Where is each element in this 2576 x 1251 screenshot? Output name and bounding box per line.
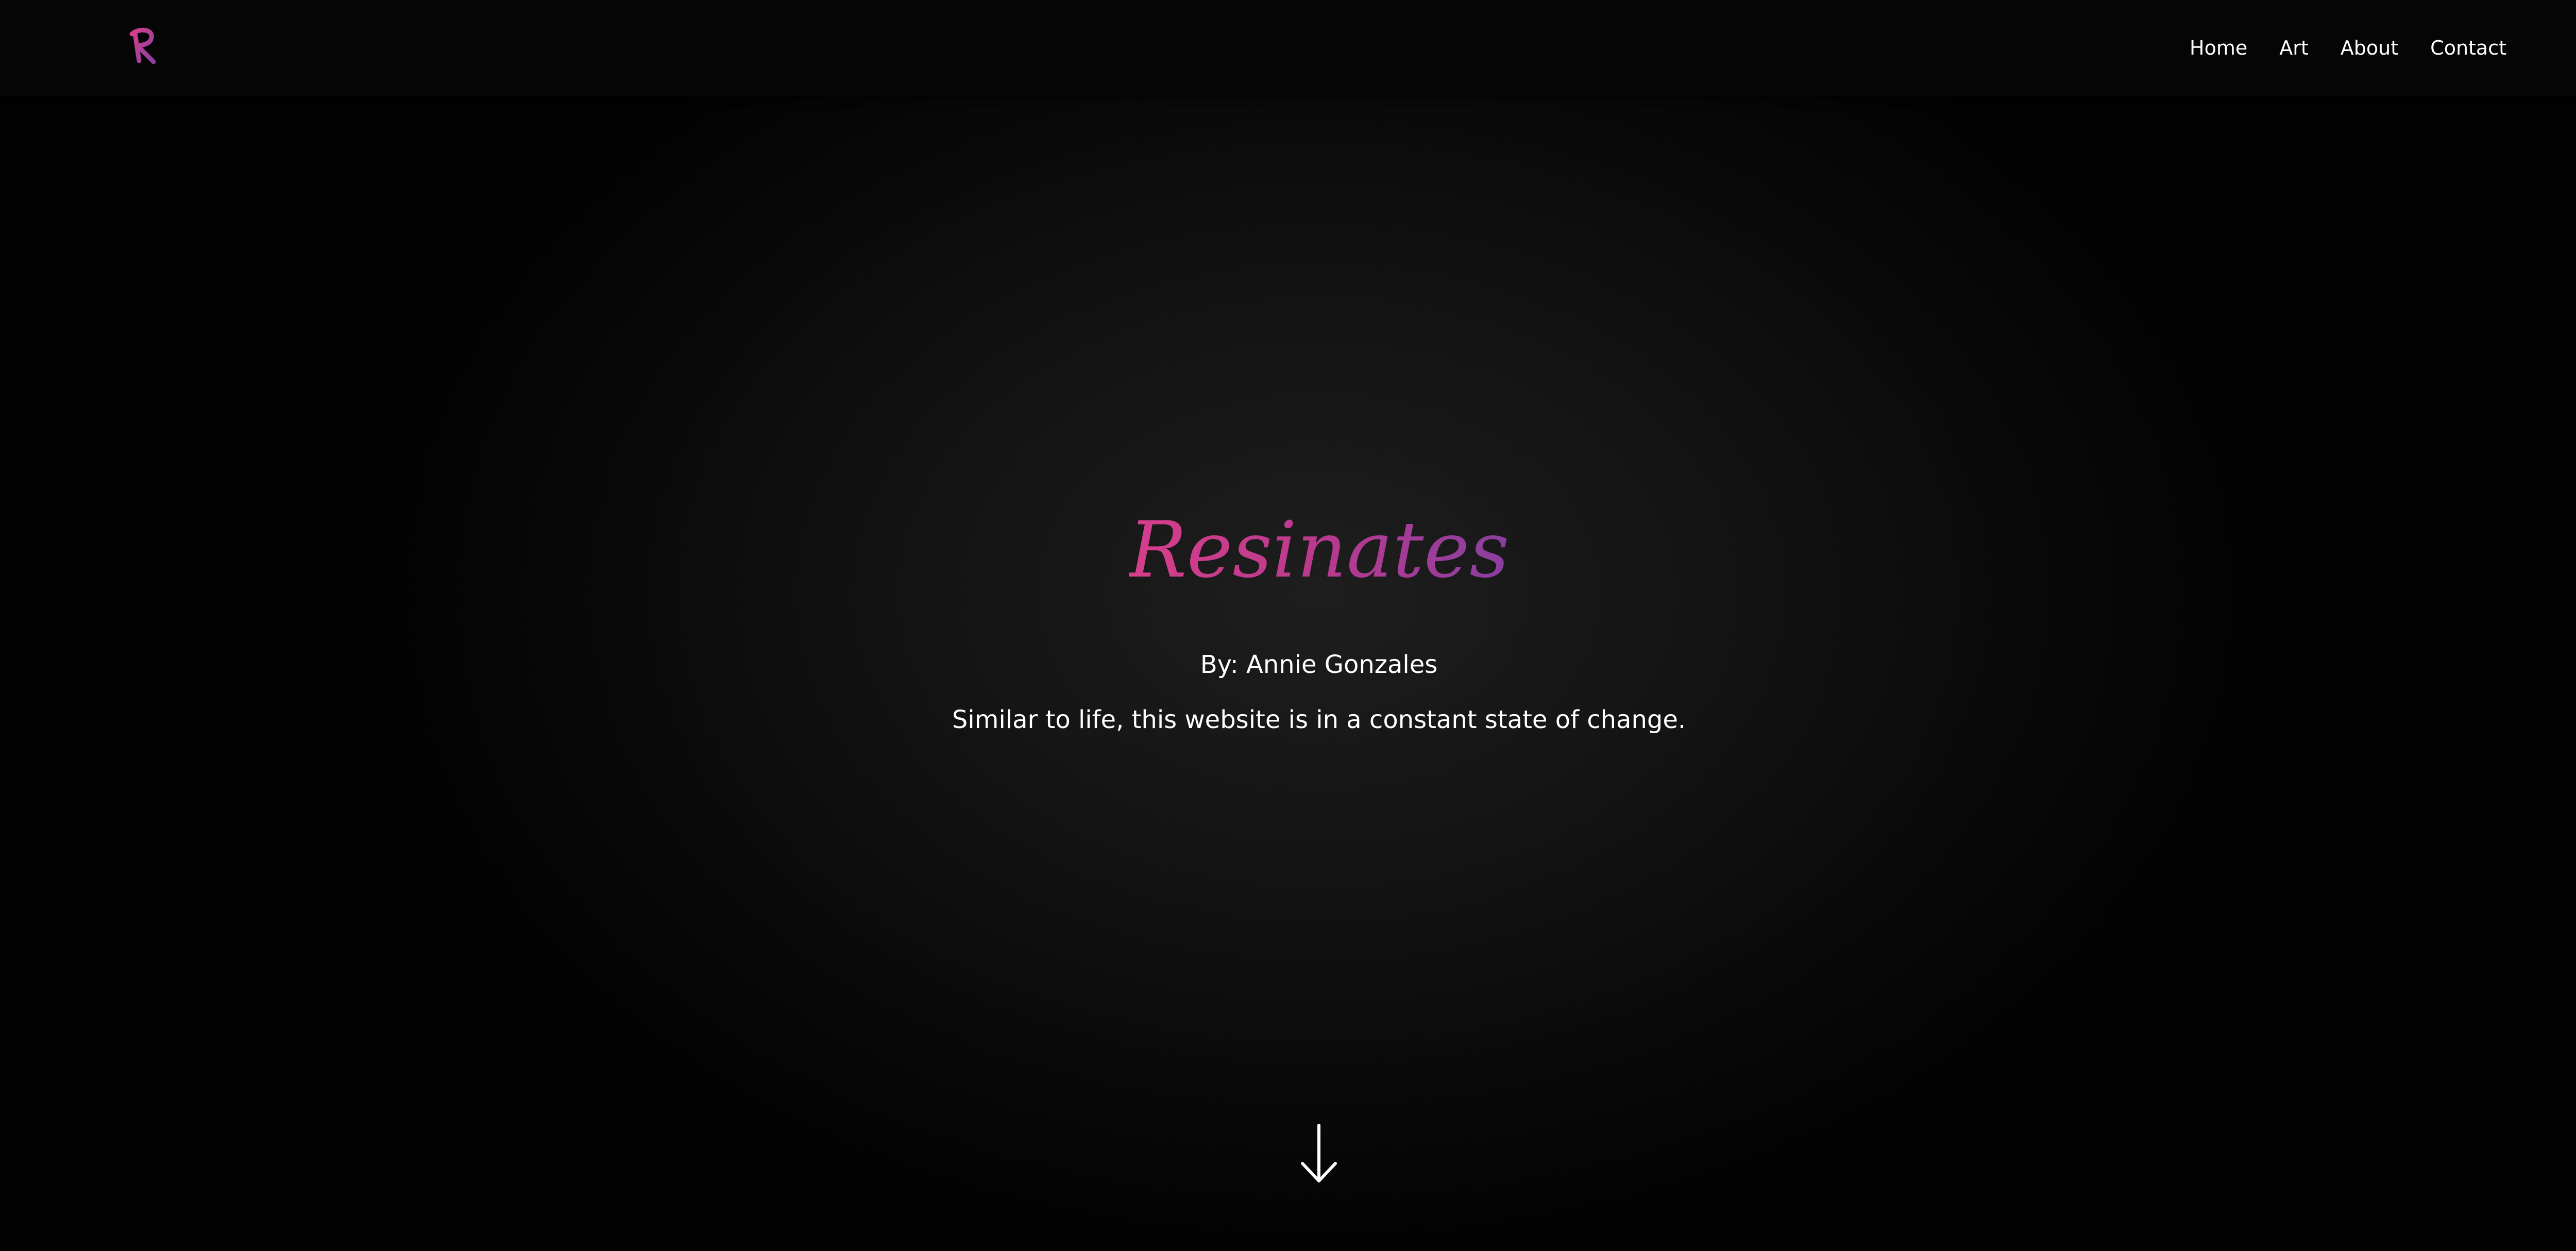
nav-link-contact[interactable]: Contact (2430, 33, 2506, 63)
hero-title-text: Resinates (1128, 505, 1510, 595)
hero-title: Resinates (0, 499, 2576, 602)
navbar: Home Art About Contact (0, 0, 2576, 96)
nav-link-about[interactable]: About (2341, 33, 2398, 63)
hero-tagline: Similar to life, this website is in a co… (952, 705, 1686, 734)
hero-byline: By: Annie Gonzales (1200, 650, 1438, 679)
logo-icon[interactable] (128, 23, 161, 67)
hero-section (0, 0, 2576, 1251)
arrow-down-icon[interactable] (1299, 1123, 1338, 1185)
main-nav: Home Art About Contact (2190, 33, 2506, 63)
nav-link-home[interactable]: Home (2190, 33, 2247, 63)
nav-link-art[interactable]: Art (2279, 33, 2309, 63)
